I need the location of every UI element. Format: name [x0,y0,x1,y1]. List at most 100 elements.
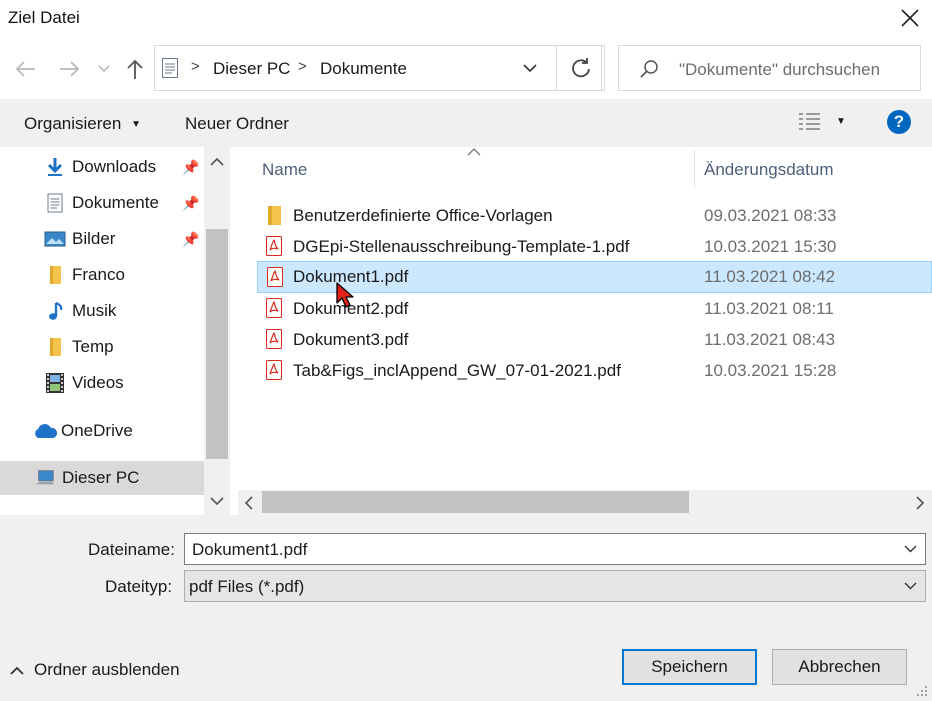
music-note-icon [44,300,66,322]
hide-folders-label: Ordner ausblenden [34,660,180,679]
cloud-icon [32,420,58,442]
file-row[interactable]: Dokument3.pdf 11.03.2021 08:43 [257,324,932,355]
dialog-footer: Dateiname: Dokument1.pdf Dateityp: pdf F… [0,515,932,701]
sidebar-item-this-pc[interactable]: Dieser PC [0,461,204,495]
file-row[interactable]: DGEpi-Stellenausschreibung-Template-1.pd… [257,231,932,262]
file-date: 10.03.2021 15:30 [704,236,837,256]
organize-label: Organisieren [24,114,122,133]
back-button[interactable] [10,55,40,83]
column-header-date[interactable]: Änderungsdatum [704,160,833,180]
sidebar-item-onedrive[interactable]: OneDrive [0,414,204,448]
command-bar: Organisieren ▼ Neuer Ordner ▼ ? [0,99,932,147]
chevron-down-icon[interactable] [523,64,537,73]
breadcrumb-documents[interactable]: Dokumente [320,59,407,79]
arrow-up-icon [127,59,143,79]
chevron-down-icon [98,65,110,73]
sidebar-item-dokumente[interactable]: Dokumente 📌 [0,186,204,220]
computer-icon [34,467,56,489]
pin-icon: 📌 [182,158,200,175]
download-arrow-icon [44,156,66,178]
column-divider[interactable] [694,150,695,188]
sidebar-item-videos[interactable]: Videos [0,366,204,400]
search-icon [640,60,658,78]
save-button[interactable]: Speichern [622,649,757,685]
pdf-file-icon [266,236,282,256]
file-row[interactable]: Benutzerdefinierte Office-Vorlagen 09.03… [257,200,932,231]
sidebar-item-label: Temp [72,337,114,356]
new-folder-button[interactable]: Neuer Ordner [185,114,289,134]
breadcrumb-this-pc[interactable]: Dieser PC [213,59,290,79]
sidebar-item-label: OneDrive [61,421,133,440]
file-date: 11.03.2021 08:43 [704,329,836,349]
pdf-file-icon [266,360,282,380]
view-options-button[interactable]: ▼ [798,111,846,131]
refresh-button[interactable] [556,45,605,91]
search-box[interactable]: "Dokumente" durchsuchen [618,45,921,91]
sidebar-item-musik[interactable]: Musik [0,294,204,328]
chevron-down-icon [904,582,917,590]
file-row[interactable]: Dokument2.pdf 11.03.2021 08:11 [257,293,932,324]
file-name: Dokument3.pdf [293,329,409,349]
search-input[interactable]: "Dokumente" durchsuchen [679,60,880,80]
chevron-down-icon[interactable] [904,545,917,553]
up-button[interactable] [121,55,149,83]
film-icon [44,372,66,394]
folder-icon [44,264,66,286]
sidebar-item-downloads[interactable]: Downloads 📌 [0,150,204,184]
sidebar-item-franco[interactable]: Franco [0,258,204,292]
file-list-scrollbar[interactable] [238,490,932,515]
filetype-select[interactable]: pdf Files (*.pdf) [184,570,926,602]
filename-label: Dateiname: [88,540,175,559]
nav-scrollbar[interactable] [204,147,230,515]
chevron-up-icon [10,666,24,675]
arrow-right-icon [60,61,80,77]
chevron-left-icon[interactable] [244,496,253,510]
recent-locations-button[interactable] [94,58,114,80]
details-view-icon [799,113,820,130]
scrollbar-thumb[interactable] [206,229,228,459]
folder-icon [268,206,281,225]
close-icon [901,9,919,27]
pdf-file-icon [266,298,282,318]
filetype-value: pdf Files (*.pdf) [189,577,305,596]
breadcrumb-separator-icon: > [298,58,307,75]
sidebar-item-temp[interactable]: Temp [0,330,204,364]
cancel-button[interactable]: Abbrechen [772,649,907,685]
column-header-name[interactable]: Name [262,160,307,180]
file-date: 10.03.2021 15:28 [704,360,837,380]
address-bar[interactable]: > Dieser PC > Dokumente [154,45,602,91]
sidebar-item-label: Bilder [72,229,116,248]
pictures-icon [44,228,66,250]
dropdown-caret-icon: ▼ [836,115,846,127]
folder-icon [44,336,66,358]
help-icon: ? [893,112,905,131]
pdf-file-icon [267,267,283,287]
arrow-left-icon [15,61,35,77]
sort-ascending-icon [467,148,481,156]
help-button[interactable]: ? [887,110,911,134]
sidebar-item-label: Franco [72,265,125,284]
file-row[interactable]: Tab&Figs_inclAppend_GW_07-01-2021.pdf 10… [257,355,932,386]
navigation-pane: Downloads 📌 Dokumente 📌 Bilder 📌 Franco … [0,147,204,515]
sidebar-item-label: Dieser PC [62,468,140,487]
pin-icon: 📌 [182,194,200,211]
resize-grip-icon[interactable] [915,684,929,698]
hide-folders-toggle[interactable]: Ordner ausblenden [10,660,180,680]
chevron-right-icon[interactable] [916,496,925,510]
scrollbar-thumb[interactable] [262,491,689,513]
sidebar-item-bilder[interactable]: Bilder 📌 [0,222,204,256]
pin-icon: 📌 [182,230,200,247]
chevron-up-icon[interactable] [210,157,224,166]
chevron-down-icon[interactable] [210,497,224,506]
window-title: Ziel Datei [8,8,80,27]
forward-button[interactable] [55,55,85,83]
filename-field[interactable]: Dokument1.pdf [184,533,926,565]
document-icon [162,58,178,78]
filename-input[interactable]: Dokument1.pdf [192,540,307,560]
close-button[interactable] [896,4,924,32]
file-date: 11.03.2021 08:11 [704,298,834,318]
file-row-selected[interactable]: Dokument1.pdf 11.03.2021 08:42 [257,261,932,293]
mouse-cursor-icon [336,282,354,308]
document-icon [44,192,66,214]
organize-button[interactable]: Organisieren ▼ [24,114,141,134]
